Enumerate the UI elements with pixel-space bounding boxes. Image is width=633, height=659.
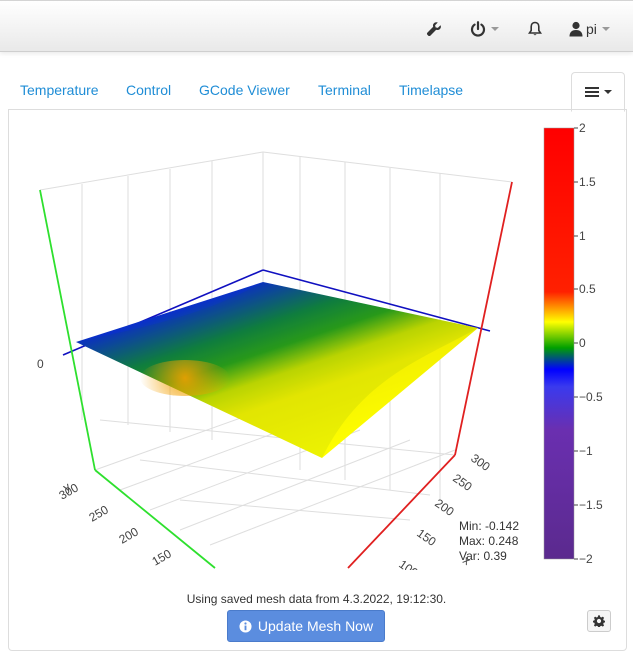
x-axis-tick-label: 100 [396,557,421,570]
hamburger-icon [584,87,599,97]
chevron-down-icon [491,27,499,31]
mesh-min: Min: -0.142 [459,519,520,533]
colorbar-tick-label: 1.5 [579,175,596,189]
notifications-button[interactable] [528,19,542,39]
colorbar-tick-label: −1 [579,444,593,458]
colorbar [543,127,575,560]
y-axis-tick-label: 250 [87,502,112,524]
x-axis-tick-label: 300 [468,451,493,474]
mesh-variance: Var: 0.39 [459,549,507,563]
x-axis-tick-label: 150 [414,526,439,549]
saved-mesh-status: Using saved mesh data from 4.3.2022, 19:… [186,592,447,606]
power-icon [470,21,486,37]
user-menu[interactable]: pi [569,19,610,39]
tab-temperature[interactable]: Temperature [20,82,99,98]
settings-button[interactable] [426,19,442,39]
y-axis-tick-label: 150 [150,546,175,568]
y-axis-line [39,189,96,471]
colorbar-tick-label: −0.5 [579,390,603,404]
mesh-stats: Min: -0.142 Max: 0.248 Var: 0.39 [459,519,519,564]
colorbar-tick-label: 1 [579,229,586,243]
settings-gear-button[interactable] [587,610,611,632]
power-menu[interactable] [470,19,499,39]
y-axis-tick-label: 200 [117,524,142,546]
wrench-icon [426,22,441,37]
colorbar-tick-label: 2 [579,121,586,135]
x-axis-tick-label: 250 [450,471,475,494]
colorbar-tick-label: 0 [579,336,586,350]
colorbar-tick-label: −2 [579,552,593,566]
update-mesh-label: Update Mesh Now [257,618,374,634]
tab-control[interactable]: Control [126,82,171,98]
colorbar-tick-label: 0.5 [579,282,596,296]
mesh-max: Max: 0.248 [459,534,519,548]
user-icon [569,21,583,37]
tab-overflow-menu-button[interactable] [571,72,625,112]
z-axis-tick-label: 0 [37,357,44,371]
info-circle-icon [239,619,252,633]
tab-bar: Temperature Control GCode Viewer Termina… [8,72,625,110]
colorbar-tick-label: −1.5 [579,498,603,512]
top-navbar: pi [0,0,633,52]
gear-icon [593,615,605,627]
update-mesh-button[interactable]: Update Mesh Now [227,610,385,642]
tab-timelapse[interactable]: Timelapse [399,82,463,98]
colorbar-ticks [574,127,578,560]
x-axis-tick-label: 200 [432,496,457,519]
chevron-down-icon [603,90,612,94]
chevron-down-icon [601,27,610,31]
tab-terminal[interactable]: Terminal [318,82,371,98]
x-axis-line [454,181,513,456]
user-name: pi [586,21,597,37]
bed-mesh-high-spot [140,360,230,396]
bell-icon [528,21,542,36]
tab-gcode-viewer[interactable]: GCode Viewer [199,82,290,98]
bed-mesh-3d-plot[interactable]: 0 y 300 250 200 150 300 250 200 150 100 … [0,110,633,570]
